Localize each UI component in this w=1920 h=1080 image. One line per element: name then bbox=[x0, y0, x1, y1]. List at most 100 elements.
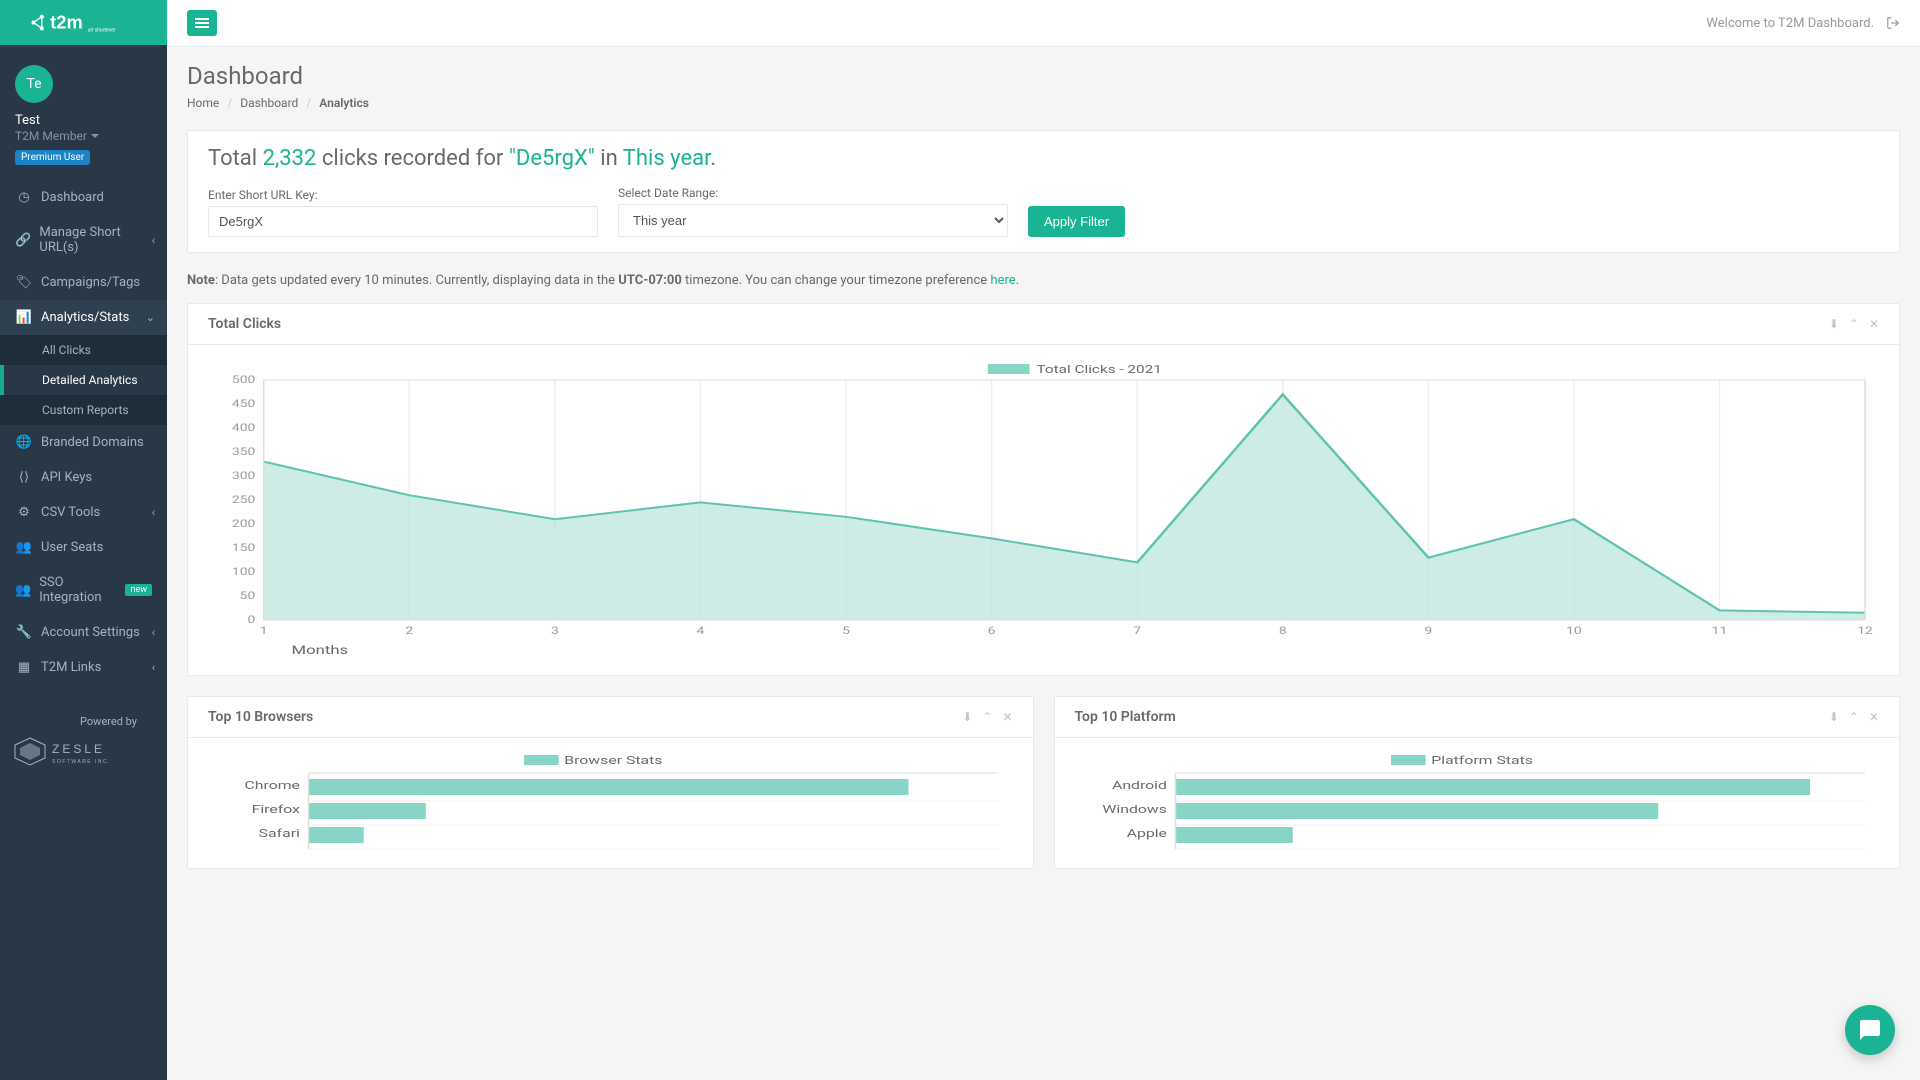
sidebar-item-dashboard[interactable]: ◷ Dashboard bbox=[0, 180, 167, 215]
note-tz: UTC-07:00 bbox=[618, 273, 682, 288]
sliders-icon: ⚙ bbox=[15, 505, 33, 520]
users-icon: 👥 bbox=[15, 583, 31, 598]
sidebar-item-account-settings[interactable]: 🔧Account Settings‹ bbox=[0, 615, 167, 650]
collapse-icon[interactable]: ⌃ bbox=[1849, 317, 1859, 331]
topbar: Welcome to T2M Dashboard. bbox=[167, 0, 1920, 47]
analytics-subnav: All Clicks Detailed Analytics Custom Rep… bbox=[0, 335, 167, 425]
tag-icon: 🏷 bbox=[15, 275, 33, 290]
download-icon[interactable]: ⬇ bbox=[1829, 317, 1839, 331]
nav-label: Branded Domains bbox=[41, 435, 144, 450]
filter-row: Enter Short URL Key: Select Date Range: … bbox=[208, 186, 1879, 237]
svg-text:200: 200 bbox=[232, 518, 256, 530]
timezone-note: Note: Data gets updated every 10 minutes… bbox=[187, 273, 1900, 288]
svg-text:t2m: t2m bbox=[50, 11, 83, 32]
sidebar-item-sso[interactable]: 👥SSO Integrationnew bbox=[0, 565, 167, 615]
chat-bubble-button[interactable] bbox=[1845, 1005, 1895, 1055]
subnav-custom-reports[interactable]: Custom Reports bbox=[0, 395, 167, 425]
svg-text:url shortener: url shortener bbox=[88, 28, 116, 34]
download-icon[interactable]: ⬇ bbox=[1829, 710, 1839, 724]
close-icon[interactable]: ✕ bbox=[1002, 710, 1012, 724]
content: Dashboard Home / Dashboard / Analytics T… bbox=[167, 47, 1920, 904]
svg-text:Windows: Windows bbox=[1102, 803, 1167, 816]
timezone-link[interactable]: here bbox=[990, 273, 1015, 288]
hamburger-button[interactable] bbox=[187, 10, 217, 36]
svg-text:7: 7 bbox=[1133, 625, 1141, 637]
sidebar-item-csv-tools[interactable]: ⚙CSV Tools‹ bbox=[0, 495, 167, 530]
collapse-icon[interactable]: ⌃ bbox=[1849, 710, 1859, 724]
svg-text:8: 8 bbox=[1279, 625, 1287, 637]
browsers-panel: Top 10 Browsers ⬇ ⌃ ✕ Browser StatsChrom… bbox=[187, 696, 1034, 869]
svg-text:500: 500 bbox=[232, 374, 256, 386]
logo[interactable]: t2m url shortener bbox=[0, 0, 167, 45]
breadcrumb-analytics: Analytics bbox=[319, 96, 369, 110]
svg-text:50: 50 bbox=[240, 590, 256, 602]
chevron-left-icon: ‹ bbox=[152, 626, 155, 639]
sidebar-item-api-keys[interactable]: ⟨⟩ API Keys bbox=[0, 460, 167, 495]
breadcrumb-home[interactable]: Home bbox=[187, 96, 219, 110]
summary-key: "De5rgX" bbox=[509, 146, 595, 171]
caret-down-icon bbox=[91, 134, 99, 138]
new-badge: new bbox=[125, 584, 152, 596]
url-key-input[interactable] bbox=[208, 206, 598, 237]
sidebar-item-branded-domains[interactable]: 🌐 Branded Domains bbox=[0, 425, 167, 460]
sidebar-item-user-seats[interactable]: 👥User Seats bbox=[0, 530, 167, 565]
browsers-chart: Browser StatsChromeFirefoxSafari bbox=[188, 738, 1033, 868]
nav-label: Dashboard bbox=[41, 190, 104, 205]
svg-text:350: 350 bbox=[232, 446, 256, 458]
globe-icon: 🌐 bbox=[15, 435, 33, 450]
sidebar-item-campaigns[interactable]: 🏷 Campaigns/Tags bbox=[0, 265, 167, 300]
svg-text:12: 12 bbox=[1857, 625, 1873, 637]
chevron-left-icon: ‹ bbox=[152, 506, 155, 519]
subnav-all-clicks[interactable]: All Clicks bbox=[0, 335, 167, 365]
svg-text:Browser Stats: Browser Stats bbox=[564, 754, 662, 767]
filter-panel: Total 2,332 clicks recorded for "De5rgX"… bbox=[187, 130, 1900, 253]
dashboard-icon: ◷ bbox=[15, 190, 33, 205]
platform-chart: Platform StatsAndroidWindowsApple bbox=[1055, 738, 1900, 868]
svg-text:0: 0 bbox=[248, 614, 256, 626]
svg-text:5: 5 bbox=[842, 625, 850, 637]
nav-label: Campaigns/Tags bbox=[41, 275, 140, 290]
bar-chart-icon: 📊 bbox=[15, 310, 33, 325]
svg-text:4: 4 bbox=[697, 625, 705, 637]
breadcrumb: Home / Dashboard / Analytics bbox=[187, 96, 1900, 110]
summary-suffix: . bbox=[710, 146, 716, 171]
apply-filter-button[interactable]: Apply Filter bbox=[1028, 206, 1125, 237]
svg-text:Safari: Safari bbox=[259, 827, 300, 840]
subnav-detailed-analytics[interactable]: Detailed Analytics bbox=[0, 365, 167, 395]
panel-tools: ⬇ ⌃ ✕ bbox=[962, 710, 1012, 724]
sidebar-item-t2m-links[interactable]: ▦T2M Links‹ bbox=[0, 650, 167, 685]
url-key-group: Enter Short URL Key: bbox=[208, 188, 598, 237]
collapse-icon[interactable]: ⌃ bbox=[982, 710, 992, 724]
sidebar-item-manage-urls[interactable]: 🔗Manage Short URL(s)‹ bbox=[0, 215, 167, 265]
summary-range: This year bbox=[623, 146, 710, 171]
close-icon[interactable]: ✕ bbox=[1869, 710, 1879, 724]
nav-label: Analytics/Stats bbox=[41, 310, 129, 325]
user-role-dropdown[interactable]: T2M Member bbox=[15, 129, 99, 143]
logout-icon[interactable] bbox=[1886, 16, 1900, 30]
nav-label: Manage Short URL(s) bbox=[39, 225, 152, 255]
grid-icon: ▦ bbox=[15, 660, 33, 675]
welcome-text: Welcome to T2M Dashboard. bbox=[1706, 16, 1874, 31]
date-range-select[interactable]: This year bbox=[618, 204, 1008, 237]
svg-text:Android: Android bbox=[1112, 779, 1167, 792]
svg-text:300: 300 bbox=[232, 470, 256, 482]
summary-mid1: clicks recorded for bbox=[316, 146, 508, 171]
panel-tools: ⬇ ⌃ ✕ bbox=[1829, 710, 1879, 724]
total-clicks-panel: Total Clicks ⬇ ⌃ ✕ Total Clicks - 202105… bbox=[187, 303, 1900, 676]
close-icon[interactable]: ✕ bbox=[1869, 317, 1879, 331]
total-clicks-title: Total Clicks bbox=[208, 316, 281, 332]
powered-by: Powered by ZESLE SOFTWARE INC. bbox=[0, 695, 167, 788]
nav-label: Account Settings bbox=[41, 625, 140, 640]
nav-label: API Keys bbox=[41, 470, 92, 485]
sidebar-item-analytics[interactable]: 📊Analytics/Stats⌄ bbox=[0, 300, 167, 335]
breadcrumb-dashboard[interactable]: Dashboard bbox=[240, 96, 298, 110]
svg-text:250: 250 bbox=[232, 494, 256, 506]
breadcrumb-sep: / bbox=[227, 96, 232, 110]
download-icon[interactable]: ⬇ bbox=[962, 710, 972, 724]
note-text1: : Data gets updated every 10 minutes. Cu… bbox=[215, 273, 618, 288]
svg-text:Apple: Apple bbox=[1126, 827, 1166, 840]
svg-text:3: 3 bbox=[551, 625, 559, 637]
page-title: Dashboard bbox=[187, 62, 1900, 90]
svg-text:150: 150 bbox=[232, 542, 256, 554]
code-icon: ⟨⟩ bbox=[15, 470, 33, 485]
